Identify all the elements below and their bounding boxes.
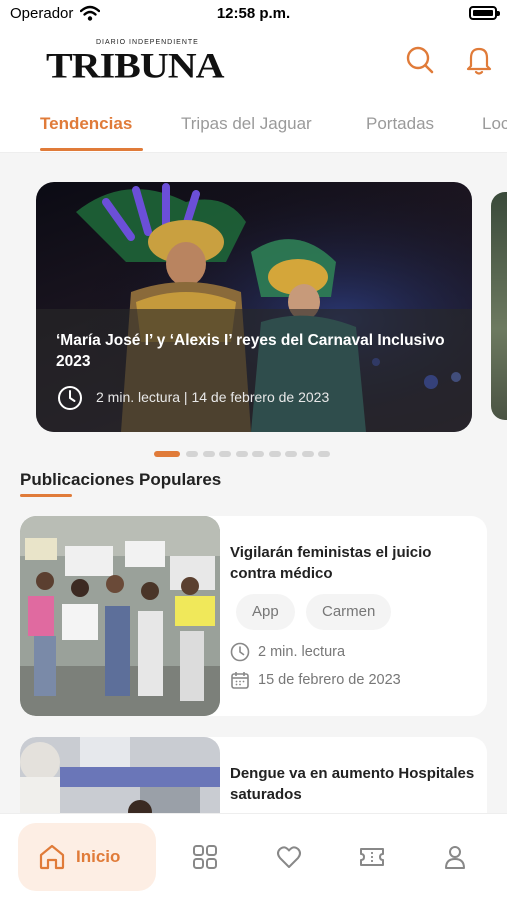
bottom-navigation: Inicio [0,813,507,900]
user-icon[interactable] [441,843,469,871]
article-image [20,516,220,716]
clock-icon [58,386,82,410]
tab-tendencias[interactable]: Tendencias [40,114,132,134]
bell-icon[interactable] [463,44,495,76]
grid-icon[interactable] [191,843,219,871]
nav-home[interactable]: Inicio [18,823,156,891]
logo[interactable]: TRIBUNA [46,44,224,86]
section-title: Publicaciones Populares [20,470,222,489]
carousel-dot[interactable] [235,451,248,457]
carousel-dot-active[interactable] [154,451,180,457]
tag-chip[interactable]: App [236,594,295,630]
tab-locales[interactable]: Loc [482,114,507,134]
article-title[interactable]: Vigilarán feministas el juicio contra mé… [230,542,475,584]
hero-meta: 2 min. lectura | 14 de febrero de 2023 [96,389,330,405]
nav-home-label: Inicio [76,847,121,866]
tag-chip[interactable]: Carmen [306,594,392,630]
publish-date: 15 de febrero de 2023 [258,672,401,688]
active-tab-indicator [40,148,143,151]
home-icon [39,844,65,870]
tab-tripas-del-jaguar[interactable]: Tripas del Jaguar [181,114,312,134]
tab-portadas[interactable]: Portadas [366,114,434,134]
carousel-dot[interactable] [301,451,314,457]
category-tabs: Tendencias Tripas del Jaguar Portadas Lo… [0,100,507,153]
carousel-dot[interactable] [285,451,297,457]
status-bar: Operador 12:58 p.m. [0,0,507,30]
carousel-dot[interactable] [318,451,330,457]
battery-icon [469,6,500,20]
read-time: 2 min. lectura [258,644,346,660]
ticket-icon[interactable] [358,843,386,871]
carousel-dot[interactable] [186,451,198,457]
featured-article-card[interactable]: ‘María José I’ y ‘Alexis I’ reyes del Ca… [36,182,472,432]
section-underline [20,494,72,497]
article-title[interactable]: Dengue va en aumento Hospitales saturado… [230,763,475,805]
carousel-dot[interactable] [252,451,264,457]
calendar-icon [231,672,249,689]
carousel-dot[interactable] [202,451,215,457]
carousel-dot[interactable] [268,451,281,457]
clock-icon [230,642,250,662]
article-card[interactable]: Vigilarán feministas el juicio contra mé… [20,516,487,716]
next-featured-card[interactable] [491,192,507,420]
heart-icon[interactable] [275,843,303,871]
protest-photo [20,516,220,716]
app-header: DIARIO INDEPENDIENTE TRIBUNA [0,30,507,100]
hero-title[interactable]: ‘María José I’ y ‘Alexis I’ reyes del Ca… [56,330,446,372]
carousel-indicator [0,451,507,459]
search-icon[interactable] [404,44,436,76]
carousel-dot[interactable] [219,451,231,457]
status-time: 12:58 p.m. [216,5,291,22]
